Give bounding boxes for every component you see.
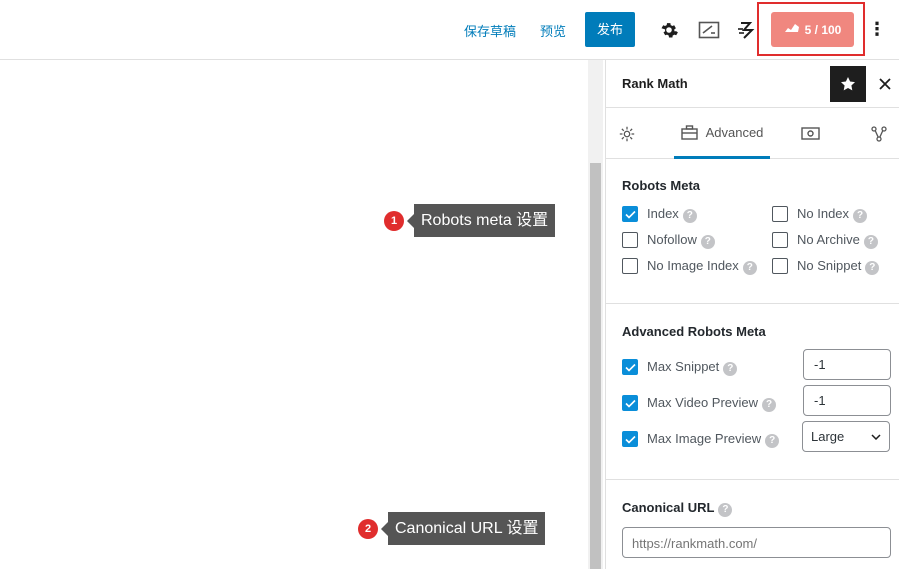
tab-advanced[interactable]: Advanced bbox=[674, 108, 770, 159]
callout-label: Robots meta 设置 bbox=[414, 204, 556, 237]
checkbox-index[interactable]: Index? bbox=[622, 206, 697, 223]
advanced-robots-meta-title: Advanced Robots Meta bbox=[622, 324, 766, 339]
chevron-down-icon bbox=[871, 433, 881, 440]
help-icon[interactable]: ? bbox=[863, 234, 878, 249]
max-image-preview-select[interactable]: Large bbox=[802, 421, 890, 452]
editor-toolbar: 保存草稿 预览 发布 5 / 100 ⋮ bbox=[0, 0, 899, 60]
briefcase-icon bbox=[680, 124, 698, 140]
max-snippet-input[interactable]: -1 bbox=[803, 349, 891, 380]
callout-robots-meta: 1 Robots meta 设置 bbox=[384, 204, 556, 237]
tab-schema[interactable] bbox=[797, 108, 823, 159]
rocket-icon bbox=[784, 22, 800, 37]
help-icon[interactable]: ? bbox=[762, 397, 777, 412]
share-icon bbox=[871, 125, 887, 142]
seo-score-button[interactable]: 5 / 100 bbox=[771, 12, 854, 47]
save-draft-button[interactable]: 保存草稿 bbox=[464, 21, 516, 40]
schema-icon bbox=[800, 127, 820, 140]
robots-meta-title: Robots Meta bbox=[622, 178, 700, 193]
help-icon[interactable]: ? bbox=[723, 361, 738, 376]
max-snippet-label: Max Snippet bbox=[647, 359, 720, 374]
robots-meta-section: Robots Meta Index? No Index? Nofollow? N… bbox=[606, 159, 899, 304]
checkbox-no-image-index-label: No Image Index bbox=[647, 258, 739, 273]
max-image-preview-label: Max Image Preview bbox=[647, 431, 762, 446]
pin-star-button[interactable] bbox=[830, 66, 866, 102]
tab-social[interactable] bbox=[866, 108, 892, 159]
callout-arrow bbox=[381, 521, 388, 536]
more-vertical-icon[interactable]: ⋮ bbox=[868, 18, 886, 40]
checkbox-no-archive[interactable]: No Archive? bbox=[772, 232, 878, 249]
checkbox-max-video-preview[interactable]: Max Video Preview? bbox=[622, 395, 777, 412]
close-icon bbox=[879, 78, 891, 90]
callout-number: 2 bbox=[358, 518, 378, 539]
checkbox-nofollow[interactable]: Nofollow? bbox=[622, 232, 715, 249]
checkbox-nofollow-box[interactable] bbox=[622, 232, 638, 249]
star-icon bbox=[841, 77, 855, 91]
callout-arrow bbox=[407, 213, 414, 228]
max-video-preview-input[interactable]: -1 bbox=[803, 385, 891, 416]
checkbox-no-index-label: No Index bbox=[797, 206, 850, 221]
checkbox-max-snippet-box[interactable] bbox=[622, 359, 638, 376]
rank-math-sidebar: Rank Math Advanced Robots Meta Index? No… bbox=[605, 60, 899, 569]
sidebar-tabs: Advanced bbox=[606, 108, 899, 159]
seo-score-value: 5 / 100 bbox=[804, 22, 842, 37]
checkbox-no-snippet-box[interactable] bbox=[772, 258, 788, 275]
canonical-url-title: Canonical URL bbox=[622, 500, 715, 515]
advanced-robots-meta-section: Advanced Robots Meta Max Snippet? -1 Max… bbox=[606, 304, 899, 480]
checkbox-max-image-preview-box[interactable] bbox=[622, 431, 638, 448]
sidebar-title: Rank Math bbox=[622, 76, 688, 91]
help-icon[interactable]: ? bbox=[765, 433, 780, 448]
checkbox-no-snippet-label: No Snippet bbox=[797, 258, 862, 273]
checkbox-no-snippet[interactable]: No Snippet? bbox=[772, 258, 880, 275]
checkbox-nofollow-label: Nofollow bbox=[647, 232, 697, 247]
close-sidebar-button[interactable] bbox=[876, 73, 894, 95]
checkbox-max-video-preview-box[interactable] bbox=[622, 395, 638, 412]
checkbox-index-label: Index bbox=[647, 206, 679, 221]
callout-canonical-url: 2 Canonical URL 设置 bbox=[358, 512, 546, 545]
help-icon[interactable]: ? bbox=[682, 208, 697, 223]
checkbox-no-archive-box[interactable] bbox=[772, 232, 788, 249]
callout-number: 1 bbox=[384, 210, 404, 231]
gear-icon bbox=[619, 126, 635, 141]
help-icon[interactable]: ? bbox=[700, 234, 715, 249]
tab-general[interactable] bbox=[612, 108, 642, 159]
editor-scrollbar-thumb[interactable] bbox=[590, 163, 601, 569]
help-icon[interactable]: ? bbox=[718, 502, 733, 517]
publish-button[interactable]: 发布 bbox=[585, 12, 635, 47]
checkbox-no-index-box[interactable] bbox=[772, 206, 788, 223]
checkbox-max-image-preview[interactable]: Max Image Preview? bbox=[622, 431, 780, 448]
callout-label: Canonical URL 设置 bbox=[388, 512, 546, 545]
canonical-url-input[interactable]: https://rankmath.com/ bbox=[622, 527, 891, 558]
checkbox-no-image-index[interactable]: No Image Index? bbox=[622, 258, 757, 275]
gear-icon[interactable] bbox=[657, 18, 681, 42]
help-icon[interactable]: ? bbox=[853, 208, 868, 223]
checkbox-index-box[interactable] bbox=[622, 206, 638, 223]
max-image-preview-value: Large bbox=[811, 429, 845, 444]
canonical-url-title-row: Canonical URL? bbox=[622, 500, 733, 517]
checkbox-no-image-index-box[interactable] bbox=[622, 258, 638, 275]
help-icon[interactable]: ? bbox=[865, 260, 880, 275]
checkbox-max-snippet[interactable]: Max Snippet? bbox=[622, 359, 738, 376]
checkbox-no-index[interactable]: No Index? bbox=[772, 206, 868, 223]
tab-advanced-label: Advanced bbox=[705, 124, 764, 140]
preview-button[interactable]: 预览 bbox=[540, 21, 566, 40]
sidebar-header: Rank Math bbox=[606, 60, 899, 108]
checkbox-no-archive-label: No Archive bbox=[797, 232, 860, 247]
preview-panel-icon[interactable] bbox=[697, 18, 721, 42]
max-video-preview-label: Max Video Preview bbox=[647, 395, 759, 410]
help-icon[interactable]: ? bbox=[742, 260, 757, 275]
